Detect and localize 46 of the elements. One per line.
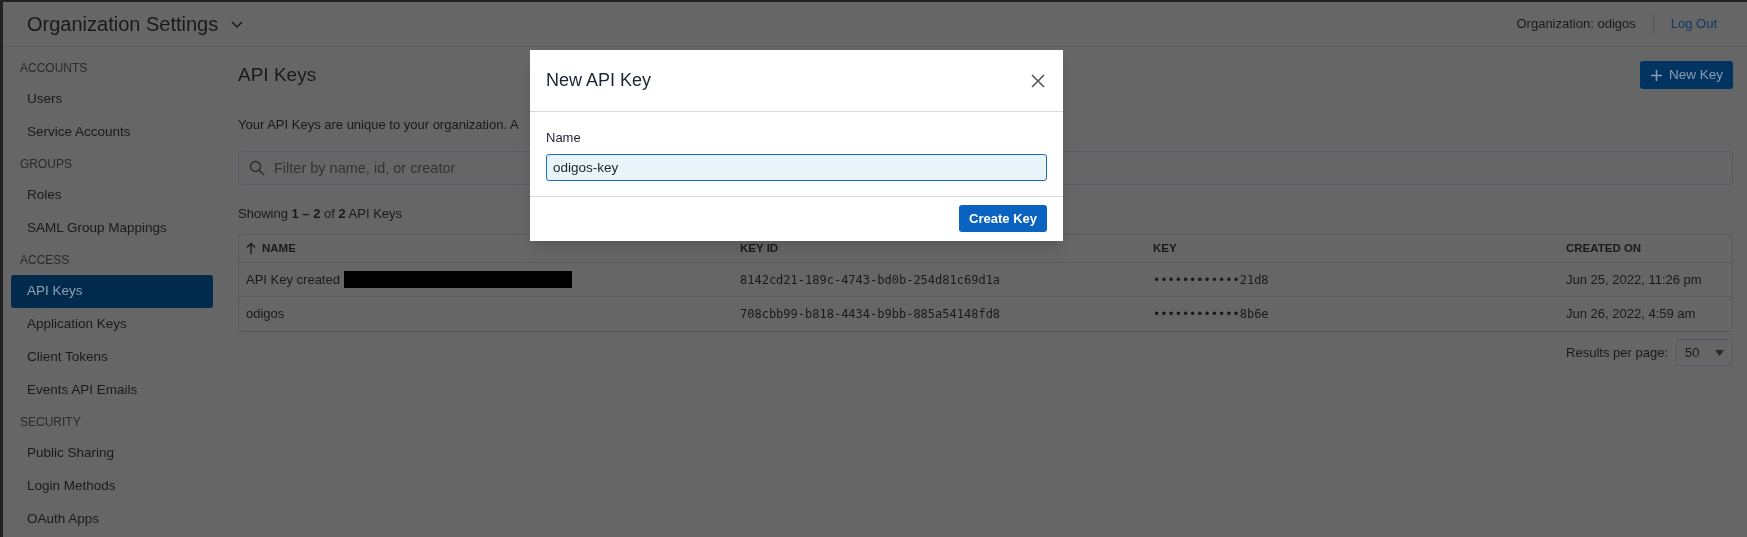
sidebar-item[interactable]: Public Sharing (11, 437, 213, 470)
table-cell: API Key created (246, 269, 572, 290)
dialog-title: New API Key (546, 69, 652, 92)
table-cell-text: 8142cd21-189c-4743-bd0b-254d81c69d1a (740, 271, 1001, 289)
sidebar-item[interactable]: Login Methods (11, 470, 213, 503)
column-header[interactable]: KEY ID (740, 239, 779, 257)
section-heading: ACCOUNTS (19, 60, 89, 77)
sidebar-item[interactable]: API Keys (11, 275, 213, 308)
organization-label: Organization: odigos (1516, 15, 1636, 34)
sidebar-item[interactable]: SAML Group Mappings (11, 212, 213, 245)
description-text: Your API Keys are unique to your organization. A (238, 116, 520, 134)
column-header[interactable]: CREATED ON (1566, 239, 1642, 257)
sidebar-item[interactable]: Events API Emails (11, 374, 213, 407)
sidebar-item[interactable]: Client Tokens (11, 341, 213, 374)
section-heading: GROUPS (19, 156, 73, 173)
log-out-link[interactable]: Log Out (1670, 14, 1717, 34)
results-count: Showing 1 – 2 of 2 API Keys (238, 204, 403, 223)
page-size-select[interactable]: 50 (1676, 339, 1733, 366)
page-title: API Keys (238, 62, 317, 87)
new-key-button[interactable]: New Key (1639, 61, 1733, 89)
create-key-button[interactable]: Create Key (959, 205, 1047, 232)
column-header[interactable]: KEY (1153, 239, 1177, 257)
sort-arrow-icon (246, 241, 256, 255)
org-settings-dropdown[interactable]: Organization Settings (27, 9, 245, 39)
section-heading: ACCESS (19, 252, 71, 269)
search-icon (249, 159, 265, 176)
plus-icon (1649, 68, 1663, 82)
sidebar-item[interactable]: Roles (11, 179, 213, 212)
results-per-page-label: Results per page: (1566, 343, 1668, 362)
table-cell-text: Jun 26, 2022, 4:59 am (1566, 305, 1696, 324)
name-input[interactable]: odigos-key (546, 153, 1047, 181)
table-cell-text: Jun 25, 2022, 11:26 pm (1566, 270, 1702, 289)
table-cell-text: ••••••••••••8b6e (1153, 306, 1269, 323)
table-cell-text: odigos (246, 305, 285, 324)
name-label: Name (546, 129, 582, 147)
close-icon (1031, 73, 1045, 88)
section-heading: SECURITY (19, 414, 82, 431)
sidebar-item[interactable]: Users (11, 83, 213, 116)
close-button[interactable] (1029, 71, 1047, 90)
sidebar-item[interactable]: OAuth Apps (11, 503, 213, 536)
sidebar-item[interactable]: Application Keys (11, 308, 213, 341)
column-header[interactable]: NAME (246, 239, 296, 257)
table-cell-text: 708cbb99-b818-4434-b9bb-885a54148fd8 (740, 306, 1001, 323)
table-cell-text: ••••••••••••21d8 (1153, 271, 1269, 289)
caret-down-icon (1715, 349, 1724, 356)
sidebar-item[interactable]: Service Accounts (11, 116, 213, 149)
